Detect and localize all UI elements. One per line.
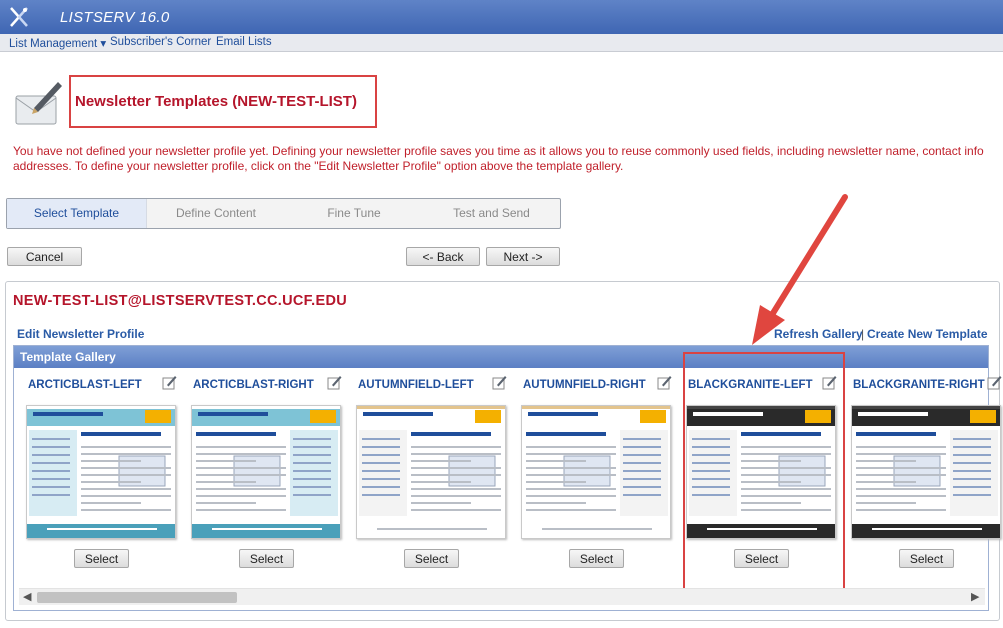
select-template-button[interactable]: Select (899, 549, 954, 568)
template-thumbnail[interactable] (521, 405, 671, 539)
template-name-autumnfield-right: AUTUMNFIELD-RIGHT (523, 379, 646, 391)
template-name-arcticblast-left: ARCTICBLAST-LEFT (28, 379, 142, 391)
select-template-button[interactable]: Select (569, 549, 624, 568)
edit-template-icon[interactable] (657, 375, 672, 390)
warning-line-1: You have not defined your newsletter pro… (13, 144, 984, 158)
scroll-right-icon[interactable]: ▶ (971, 590, 979, 603)
wizard-steps: Select Template Define Content Fine Tune… (6, 198, 561, 229)
app-title: LISTSERV 16.0 (60, 9, 170, 26)
template-thumbnail[interactable] (356, 405, 506, 539)
refresh-gallery-link[interactable]: Refresh Gallery (774, 327, 863, 341)
template-name-arcticblast-right: ARCTICBLAST-RIGHT (193, 379, 314, 391)
edit-template-icon[interactable] (162, 375, 177, 390)
edit-newsletter-profile-link[interactable]: Edit Newsletter Profile (17, 327, 144, 341)
menu-bar: List Management ▾ Subscriber's Corner Em… (0, 34, 1003, 52)
edit-template-icon[interactable] (492, 375, 507, 390)
select-template-button[interactable]: Select (239, 549, 294, 568)
gallery-scrollbar[interactable]: ◀ ▶ (19, 588, 985, 605)
select-template-button[interactable]: Select (74, 549, 129, 568)
newsletter-pen-icon (15, 82, 62, 125)
menu-subscribers-corner[interactable]: Subscriber's Corner (110, 36, 211, 48)
template-thumbnail[interactable] (191, 405, 341, 539)
back-button[interactable]: <- Back (406, 247, 480, 266)
scrollbar-thumb[interactable] (37, 592, 237, 603)
scroll-left-icon[interactable]: ◀ (23, 590, 31, 603)
step-test-and-send[interactable]: Test and Send (423, 199, 560, 228)
template-thumbnail[interactable] (851, 405, 1001, 539)
edit-template-icon[interactable] (327, 375, 342, 390)
list-address: NEW-TEST-LIST@LISTSERVTEST.CC.UCF.EDU (13, 293, 348, 309)
create-new-template-link[interactable]: Create New Template (867, 327, 988, 341)
profile-warning: You have not defined your newsletter pro… (13, 144, 998, 174)
step-define-content[interactable]: Define Content (147, 199, 285, 228)
template-name-autumnfield-left: AUTUMNFIELD-LEFT (358, 379, 474, 391)
next-button[interactable]: Next -> (486, 247, 560, 266)
step-select-template[interactable]: Select Template (7, 199, 147, 228)
template-thumbnail[interactable] (26, 405, 176, 539)
page-title: Newsletter Templates (NEW-TEST-LIST) (75, 93, 357, 110)
listserv-logo-icon (10, 7, 28, 27)
app-header: LISTSERV 16.0 (0, 0, 1003, 34)
edit-template-icon[interactable] (987, 375, 1002, 390)
menu-email-lists[interactable]: Email Lists (216, 36, 272, 48)
menu-list-management[interactable]: List Management ▾ (9, 36, 106, 50)
template-name-blackgranite-right: BLACKGRANITE-RIGHT (853, 379, 985, 391)
gallery-heading: Template Gallery (20, 350, 116, 364)
selected-template-highlight (683, 352, 845, 598)
cancel-button[interactable]: Cancel (7, 247, 82, 266)
step-fine-tune[interactable]: Fine Tune (285, 199, 423, 228)
link-separator: | (861, 327, 865, 341)
select-template-button[interactable]: Select (404, 549, 459, 568)
warning-line-2: addresses. To define your newsletter pro… (13, 159, 624, 173)
